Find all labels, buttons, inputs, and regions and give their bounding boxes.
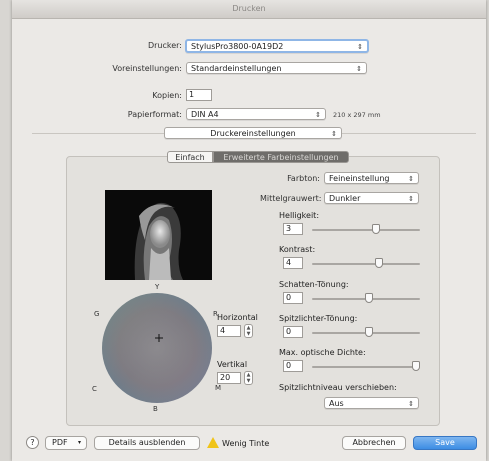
horizontal-label: Horizontal [217, 313, 258, 322]
hide-details-button[interactable]: Details ausblenden [94, 436, 200, 450]
presets-popup[interactable]: Standardeinstellungen ⇕ [186, 62, 367, 74]
shadow-tone-slider-knob[interactable] [365, 293, 373, 303]
paper-label: Papierformat: [127, 110, 182, 119]
save-button[interactable]: Save [413, 436, 477, 450]
highlight-tone-label: Spitzlichter-Tönung: [279, 314, 358, 323]
contrast-slider[interactable] [312, 258, 420, 268]
presets-label: Voreinstellungen: [112, 64, 182, 73]
popup-arrows-icon: ⇕ [408, 400, 414, 408]
max-density-slider[interactable] [312, 361, 420, 371]
color-tone-label: Farbton: [287, 174, 320, 183]
popup-arrows-icon: ⇕ [408, 175, 414, 183]
highlight-shift-value: Aus [329, 399, 344, 408]
horizontal-field[interactable]: 4 [217, 325, 241, 337]
mid-gray-popup[interactable]: Dunkler ⇕ [324, 192, 419, 204]
copies-label: Kopien: [152, 91, 182, 100]
popup-arrows-icon: ⇕ [357, 43, 363, 51]
wheel-label-c: C [92, 385, 97, 393]
highlight-tone-slider-knob[interactable] [365, 327, 373, 337]
max-density-field[interactable]: 0 [283, 360, 303, 372]
highlight-tone-field[interactable]: 0 [283, 326, 303, 338]
cancel-button[interactable]: Abbrechen [342, 436, 406, 450]
highlight-tone-slider[interactable] [312, 327, 420, 337]
paper-size-text: 210 x 297 mm [333, 111, 381, 119]
highlight-shift-popup[interactable]: Aus ⇕ [324, 397, 419, 409]
pdf-label: PDF [52, 438, 68, 447]
brightness-label: Helligkeit: [279, 211, 320, 220]
brightness-field[interactable]: 3 [283, 223, 303, 235]
printer-label: Drucker: [147, 41, 182, 50]
presets-value: Standardeinstellungen [191, 64, 282, 73]
copies-field[interactable]: 1 [186, 89, 212, 101]
popup-arrows-icon: ⇕ [331, 130, 337, 138]
color-tone-value: Feineinstellung [329, 174, 390, 183]
warning-icon [207, 437, 219, 448]
print-dialog: Drucken Drucker: StylusPro3800-0A19D2 ⇕ … [12, 0, 486, 461]
preview-image [105, 190, 212, 280]
horizontal-stepper[interactable]: ▲ ▼ [244, 324, 253, 338]
wheel-label-m: M [215, 384, 222, 392]
highlight-shift-label: Spitzlichtniveau verschieben: [279, 383, 397, 392]
vertical-stepper[interactable]: ▲ ▼ [244, 371, 253, 385]
title-bar: Drucken [12, 0, 486, 19]
popup-arrows-icon: ⇕ [408, 195, 414, 203]
color-tone-popup[interactable]: Feineinstellung ⇕ [324, 172, 419, 184]
pdf-menu-button[interactable]: PDF ▾ [45, 436, 87, 450]
low-ink-text: Wenig Tinte [222, 439, 270, 448]
disclosure-arrow-icon: ▾ [77, 439, 81, 446]
contrast-slider-knob[interactable] [375, 258, 383, 268]
wheel-label-y: Y [155, 283, 160, 291]
tab-advanced-color[interactable]: Erweiterte Farbeinstellungen [213, 151, 349, 163]
max-density-label: Max. optische Dichte: [279, 348, 366, 357]
shadow-tone-field[interactable]: 0 [283, 292, 303, 304]
brightness-slider[interactable] [312, 224, 420, 234]
contrast-label: Kontrast: [279, 245, 316, 254]
brightness-slider-knob[interactable] [372, 224, 380, 234]
paper-popup[interactable]: DIN A4 ⇕ [186, 108, 326, 120]
paper-value: DIN A4 [191, 110, 219, 119]
vertical-field[interactable]: 20 [217, 372, 241, 384]
window-title: Drucken [232, 4, 266, 13]
popup-arrows-icon: ⇕ [356, 65, 362, 73]
portrait-photo [105, 190, 212, 280]
help-button[interactable]: ? [26, 436, 39, 449]
section-value: Druckereinstellungen [210, 129, 296, 138]
mid-gray-value: Dunkler [329, 194, 361, 203]
vertical-label: Vertikal [217, 360, 248, 369]
max-density-slider-knob[interactable] [412, 361, 420, 371]
contrast-field[interactable]: 4 [283, 257, 303, 269]
section-popup[interactable]: Druckereinstellungen ⇕ [164, 127, 342, 139]
color-wheel[interactable] [100, 291, 214, 405]
wheel-label-b: B [153, 405, 158, 413]
printer-value: StylusPro3800-0A19D2 [191, 42, 284, 51]
mid-gray-label: Mittelgrauwert: [260, 194, 322, 203]
printer-popup[interactable]: StylusPro3800-0A19D2 ⇕ [185, 39, 369, 53]
popup-arrows-icon: ⇕ [315, 111, 321, 119]
wheel-label-g: G [94, 310, 100, 318]
shadow-tone-label: Schatten-Tönung: [279, 280, 349, 289]
shadow-tone-slider[interactable] [312, 293, 420, 303]
tab-basic[interactable]: Einfach [167, 151, 213, 163]
